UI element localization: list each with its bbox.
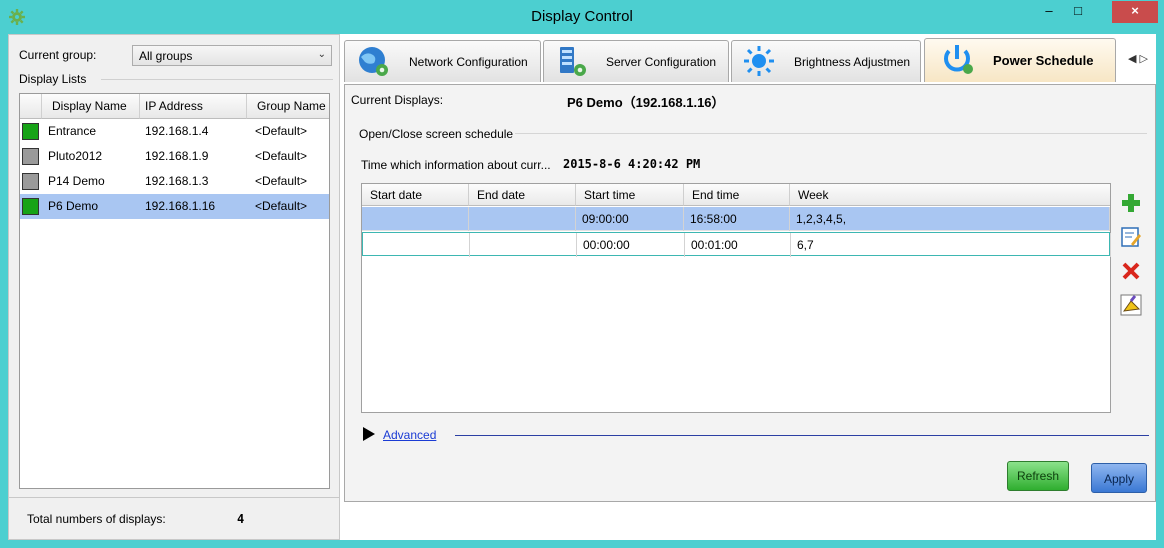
tab-label-power: Power Schedule [993,53,1094,68]
display-row[interactable]: P14 Demo 192.168.1.3 <Default> [20,169,329,194]
display-name-cell: P6 Demo [48,199,99,213]
tab-label-network: Network Configuration [409,55,528,69]
start-time-cell[interactable]: 09:00:00 [576,207,684,231]
schedule-group-label: Open/Close screen schedule [359,127,514,141]
sun-icon [744,46,774,76]
end-time-cell[interactable]: 16:58:00 [684,207,790,231]
add-schedule-button[interactable] [1119,191,1143,215]
group-select-value: All groups [139,49,193,63]
chevron-down-icon: ⌄ [317,49,326,60]
tab-scroll-arrows[interactable]: ◀ ▷ [1128,52,1148,65]
close-button[interactable]: × [1112,1,1158,23]
display-list[interactable]: Display Name IP Address Group Name Entra… [19,93,330,489]
delete-x-icon [1122,262,1140,280]
ip-address-cell: 192.168.1.9 [145,149,209,163]
week-cell[interactable]: 6,7 [791,233,1111,257]
edit-icon [1121,227,1141,247]
group-name-cell: <Default> [255,124,308,138]
group-name-cell: <Default> [255,199,308,213]
status-indicator-icon [22,173,39,190]
broom-icon [1120,294,1142,316]
display-list-panel: Current group: All groups ⌄ Display List… [8,34,340,540]
settings-panel: Network Configuration Server Configurati… [344,34,1156,540]
current-time-value: 2015-8-6 4:20:42 PM [563,157,701,171]
column-header-end-time[interactable]: End time [684,184,790,206]
window-title: Display Control [531,8,633,25]
column-header-display-name[interactable]: Display Name [42,94,140,119]
edit-schedule-button[interactable] [1119,225,1143,249]
schedule-group-divider [515,133,1147,134]
current-displays-label: Current Displays: [351,93,444,107]
ip-address-cell: 192.168.1.4 [145,124,209,138]
refresh-button[interactable]: Refresh [1007,461,1069,491]
tab-label-server: Server Configuration [606,55,717,69]
end-time-cell[interactable]: 00:01:00 [685,233,791,257]
plus-icon [1122,194,1140,212]
total-displays-count: 4 [237,512,245,526]
title-bar: Display Control – □ × [0,0,1164,34]
group-divider [101,79,333,80]
display-row[interactable]: Pluto2012 192.168.1.9 <Default> [20,144,329,169]
status-column-header [20,94,42,119]
maximize-button[interactable]: □ [1065,1,1091,23]
tab-brightness-adjustment[interactable]: Brightness Adjustmen [731,40,921,82]
status-indicator-icon [22,148,39,165]
column-header-end-date[interactable]: End date [469,184,576,206]
current-displays-value: P6 Demo（192.168.1.16） [567,95,725,110]
column-header-week[interactable]: Week [790,184,1110,206]
ip-address-cell: 192.168.1.16 [145,199,216,213]
client-area: Current group: All groups ⌄ Display List… [8,34,1156,540]
tab-network-configuration[interactable]: Network Configuration [344,40,541,82]
start-time-cell[interactable]: 00:00:00 [577,233,685,257]
end-date-cell[interactable] [469,207,576,231]
total-displays-label: Total numbers of displays: [27,512,166,526]
column-header-start-time[interactable]: Start time [576,184,684,206]
status-indicator-icon [22,198,39,215]
power-icon [944,45,973,74]
status-indicator-icon [22,123,39,140]
ip-address-cell: 192.168.1.3 [145,174,209,188]
globe-gear-icon [359,47,388,76]
group-select[interactable]: All groups ⌄ [132,45,332,66]
power-schedule-content: Current Displays: P6 Demo（192.168.1.16） … [344,84,1156,502]
apply-button[interactable]: Apply [1091,463,1147,493]
display-name-cell: P14 Demo [48,174,105,188]
app-window: Display Control – □ × Current group: All… [0,0,1164,548]
start-date-cell[interactable] [362,207,469,231]
column-header-ip-address[interactable]: IP Address [140,94,247,119]
schedule-table[interactable]: Start date End date Start time End time … [361,183,1111,413]
tab-server-configuration[interactable]: Server Configuration [543,40,729,82]
delete-schedule-button[interactable] [1119,259,1143,283]
tab-power-schedule[interactable]: Power Schedule [924,38,1116,82]
time-info-label: Time which information about curr... [361,158,551,172]
start-date-cell[interactable] [363,233,470,257]
display-lists-label: Display Lists [19,72,87,86]
schedule-row[interactable]: 09:00:00 16:58:00 1,2,3,4,5, [362,207,1110,231]
display-row[interactable]: Entrance 192.168.1.4 <Default> [20,119,329,144]
end-date-cell[interactable] [470,233,577,257]
expand-triangle-icon[interactable] [363,427,375,441]
advanced-divider [455,435,1149,436]
schedule-row[interactable]: 00:00:00 00:01:00 6,7 [362,232,1111,257]
group-name-cell: <Default> [255,174,308,188]
current-group-label: Current group: [19,48,97,62]
group-name-cell: <Default> [255,149,308,163]
display-name-cell: Entrance [48,124,97,138]
minimize-button[interactable]: – [1036,1,1062,23]
footer-divider [9,497,339,498]
tab-label-brightness: Brightness Adjustmen [794,55,911,69]
advanced-link[interactable]: Advanced [383,428,436,442]
week-cell[interactable]: 1,2,3,4,5, [790,207,1110,231]
clear-schedule-button[interactable] [1119,293,1143,317]
display-name-cell: Pluto2012 [48,149,103,163]
server-gear-icon [560,47,586,76]
column-header-group-name[interactable]: Group Name [247,94,329,119]
column-header-start-date[interactable]: Start date [362,184,469,206]
display-row[interactable]: P6 Demo 192.168.1.16 <Default> [20,194,329,219]
